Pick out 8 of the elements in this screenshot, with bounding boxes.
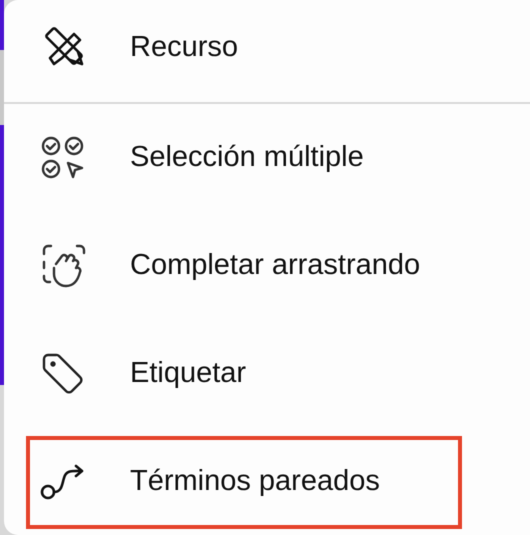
- curved-arrow-icon: [40, 463, 86, 501]
- checklist-cursor-icon: [40, 135, 86, 181]
- menu-item[interactable]: Recurso: [26, 2, 462, 94]
- menu-item[interactable]: Selección múltiple: [26, 112, 462, 204]
- menu-item[interactable]: Completar arrastrando: [26, 220, 462, 312]
- menu-item[interactable]: Etiquetar: [26, 328, 462, 420]
- hand-drag-icon: [40, 242, 88, 290]
- menu-item[interactable]: Términos pareados: [26, 436, 462, 528]
